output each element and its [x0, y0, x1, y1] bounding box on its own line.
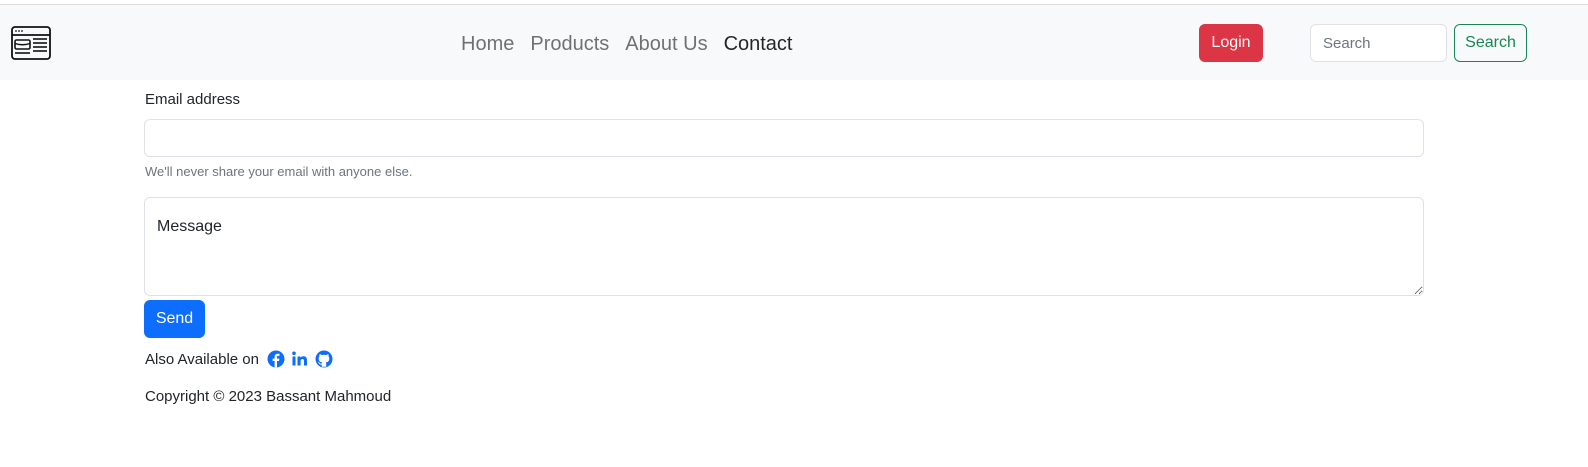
nav-link-products[interactable]: Products — [530, 29, 609, 59]
search-button[interactable]: Search — [1454, 24, 1527, 62]
nav-link-about-us[interactable]: About Us — [625, 29, 707, 59]
brand-logo-icon[interactable] — [11, 26, 51, 60]
email-help-text: We'll never share your email with anyone… — [145, 164, 413, 179]
nav-link-home[interactable]: Home — [461, 29, 514, 59]
facebook-icon[interactable] — [267, 350, 285, 368]
email-field[interactable] — [144, 119, 1424, 157]
login-button[interactable]: Login — [1199, 24, 1263, 62]
send-button[interactable]: Send — [144, 300, 205, 338]
also-available-row: Also Available on — [145, 348, 339, 370]
email-label: Email address — [145, 91, 241, 108]
message-textarea[interactable] — [144, 197, 1424, 296]
github-icon[interactable] — [315, 350, 333, 368]
also-available-text: Also Available on — [145, 350, 259, 368]
nav-links: Home Products About Us Contact — [461, 29, 809, 59]
search-input[interactable] — [1310, 24, 1447, 62]
navbar: Home Products About Us Contact Login Sea… — [0, 5, 1588, 80]
linkedin-icon[interactable] — [291, 350, 309, 368]
copyright-text: Copyright © 2023 Bassant Mahmoud — [145, 388, 392, 405]
nav-link-contact[interactable]: Contact — [724, 29, 793, 59]
